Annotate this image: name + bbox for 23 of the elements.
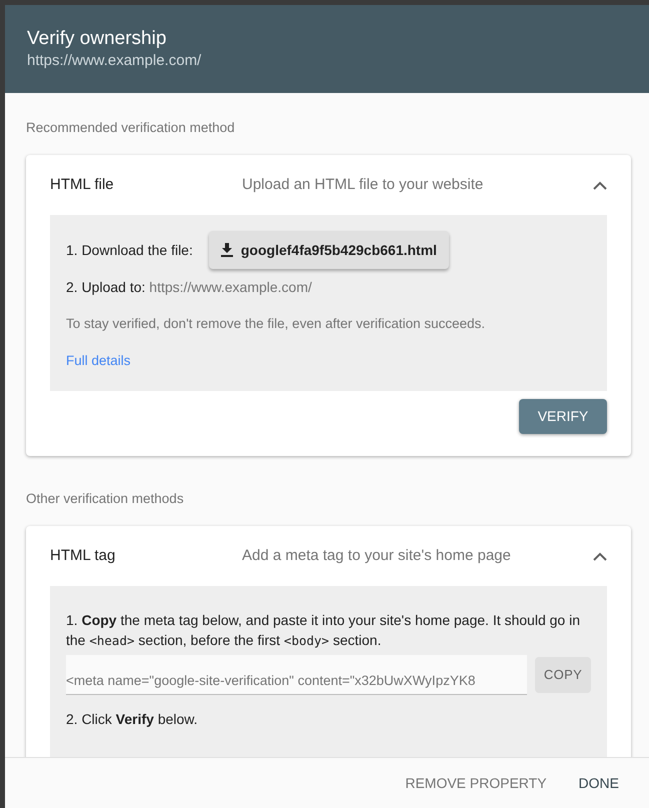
- method-description: Add a meta tag to your site's home page: [242, 546, 512, 566]
- method-description: Upload an HTML file to your website: [242, 175, 484, 195]
- site-url: https://www.example.com/: [27, 51, 202, 71]
- full-details-link[interactable]: Full details: [66, 350, 131, 371]
- verify-instruction: 2. Click Verify below.: [66, 710, 199, 729]
- remove-property-button[interactable]: REMOVE PROPERTY: [393, 765, 559, 801]
- upload-instruction: 2. Upload to: https://www.example.com/: [66, 278, 313, 298]
- meta-tag-field[interactable]: <meta name="google-site-verification" content="x32bUwXWyIpzYK8: [66, 655, 527, 695]
- verify-button[interactable]: VERIFY: [519, 398, 607, 434]
- chevron-up-icon[interactable]: [593, 552, 607, 560]
- download-file-button[interactable]: googlef4fa9f5b429cb661.html: [208, 231, 449, 270]
- download-icon: [220, 243, 233, 258]
- copy-button[interactable]: COPY: [535, 657, 591, 693]
- method-name: HTML tag: [50, 546, 116, 566]
- done-button[interactable]: DONE: [566, 765, 631, 801]
- download-label: 1. Download the file:: [66, 240, 193, 260]
- method-name: HTML file: [50, 175, 115, 195]
- section-heading: Other verification methods: [26, 490, 185, 508]
- verification-note: To stay verified, don't remove the file, even after verification succeeds.: [66, 315, 486, 334]
- section-heading: Recommended verification method: [26, 119, 236, 137]
- dialog-title: Verify ownership: [27, 27, 168, 51]
- chevron-up-icon[interactable]: [593, 180, 607, 190]
- copy-instruction: 1. Copy the meta tag below, and paste it into your site's home page. It should go in the <head> section, before the first <body> section.: [66, 611, 581, 650]
